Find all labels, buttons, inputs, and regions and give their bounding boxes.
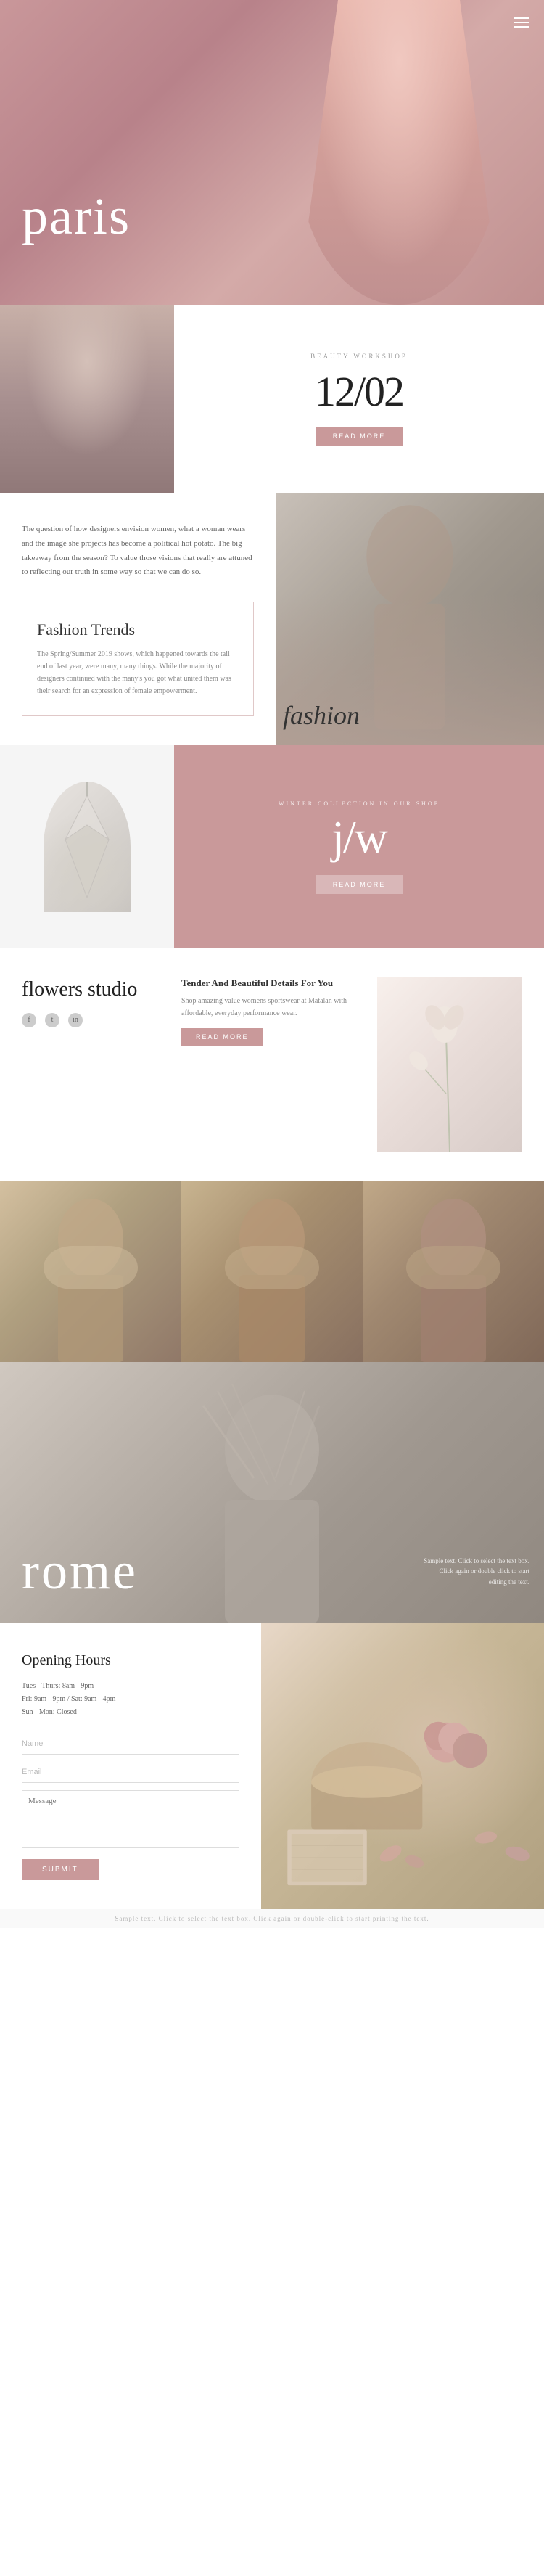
coffee-image-container	[261, 1623, 544, 1909]
fashion-image-container: fashion	[276, 493, 544, 745]
flowers-section: flowers studio f t in Tender And Beautif…	[0, 948, 544, 1181]
fashion-script-text: fashion	[283, 700, 360, 731]
collection-content: WINTER COLLECTION IN OUR SHOP j/w READ M…	[174, 745, 544, 948]
beauty-read-more-button[interactable]: READ MORE	[316, 427, 403, 446]
flowers-left: flowers studio f t in	[22, 977, 167, 1042]
opening-hours-title: Opening Hours	[22, 1652, 239, 1669]
twitter-icon[interactable]: t	[45, 1013, 59, 1027]
face-overlay	[0, 305, 174, 493]
opening-hours-text: Tues - Thurs: 8am - 9pm Fri: 9am - 9pm /…	[22, 1680, 239, 1719]
fashion-trends-box: Fashion Trends The Spring/Summer 2019 sh…	[22, 602, 254, 716]
beauty-workshop-label: BEAUTY WORKSHOP	[310, 353, 408, 360]
paris-title: paris	[22, 186, 131, 247]
fashion-trends-text: The Spring/Summer 2019 shows, which happ…	[37, 648, 239, 697]
facebook-icon[interactable]: f	[22, 1013, 36, 1027]
message-input[interactable]	[22, 1790, 239, 1848]
email-input[interactable]	[22, 1762, 239, 1783]
flowers-right: Tender And Beautiful Details For You Sho…	[167, 977, 522, 1152]
rome-caption: Sample text. Click to select the text bo…	[421, 1556, 529, 1587]
coffee-image	[261, 1623, 544, 1909]
portraits-section	[0, 1181, 544, 1362]
footer-caption: Sample text. Click to select the text bo…	[0, 1909, 544, 1928]
collection-read-more-button[interactable]: READ MORE	[316, 875, 403, 894]
fashion-trends-title: Fashion Trends	[37, 620, 239, 639]
submit-button[interactable]: SUBMIT	[22, 1859, 99, 1880]
portrait-2	[181, 1181, 363, 1362]
name-input[interactable]	[22, 1734, 239, 1755]
rome-title: rome	[22, 1541, 138, 1601]
flowers-read-more-button[interactable]: READ MORE	[181, 1028, 263, 1046]
hero-section: paris	[0, 0, 544, 305]
opening-section: Opening Hours Tues - Thurs: 8am - 9pm Fr…	[0, 1623, 544, 1909]
nav-menu-button[interactable]	[514, 15, 529, 30]
opening-hours-form: Opening Hours Tues - Thurs: 8am - 9pm Fr…	[0, 1623, 261, 1909]
beauty-section: BEAUTY WORKSHOP 12/02 READ MORE	[0, 305, 544, 493]
portrait-image-1	[0, 1181, 181, 1362]
beauty-content: BEAUTY WORKSHOP 12/02 READ MORE	[174, 305, 544, 493]
instagram-icon[interactable]: in	[68, 1013, 83, 1027]
jewelry-image-container	[0, 745, 174, 948]
beauty-portrait	[0, 305, 174, 493]
portrait-3	[363, 1181, 544, 1362]
social-icons-group: f t in	[22, 1013, 167, 1027]
flowers-image	[377, 977, 522, 1152]
winter-collection-label: WINTER COLLECTION IN OUR SHOP	[279, 800, 440, 807]
jw-title: j/w	[331, 811, 387, 864]
flowers-studio-title: flowers studio	[22, 977, 167, 1002]
beauty-date: 12/02	[315, 367, 403, 416]
beauty-image	[0, 305, 174, 493]
fashion-section: The question of how designers envision w…	[0, 493, 544, 745]
portrait-image-3	[363, 1181, 544, 1362]
jewelry-image	[44, 782, 131, 912]
collection-section: WINTER COLLECTION IN OUR SHOP j/w READ M…	[0, 745, 544, 948]
fashion-intro-text: The question of how designers envision w…	[22, 522, 254, 580]
portrait-image-2	[181, 1181, 363, 1362]
rome-section: rome Sample text. Click to select the te…	[0, 1362, 544, 1623]
fashion-left-content: The question of how designers envision w…	[0, 493, 276, 745]
portrait-1	[0, 1181, 181, 1362]
